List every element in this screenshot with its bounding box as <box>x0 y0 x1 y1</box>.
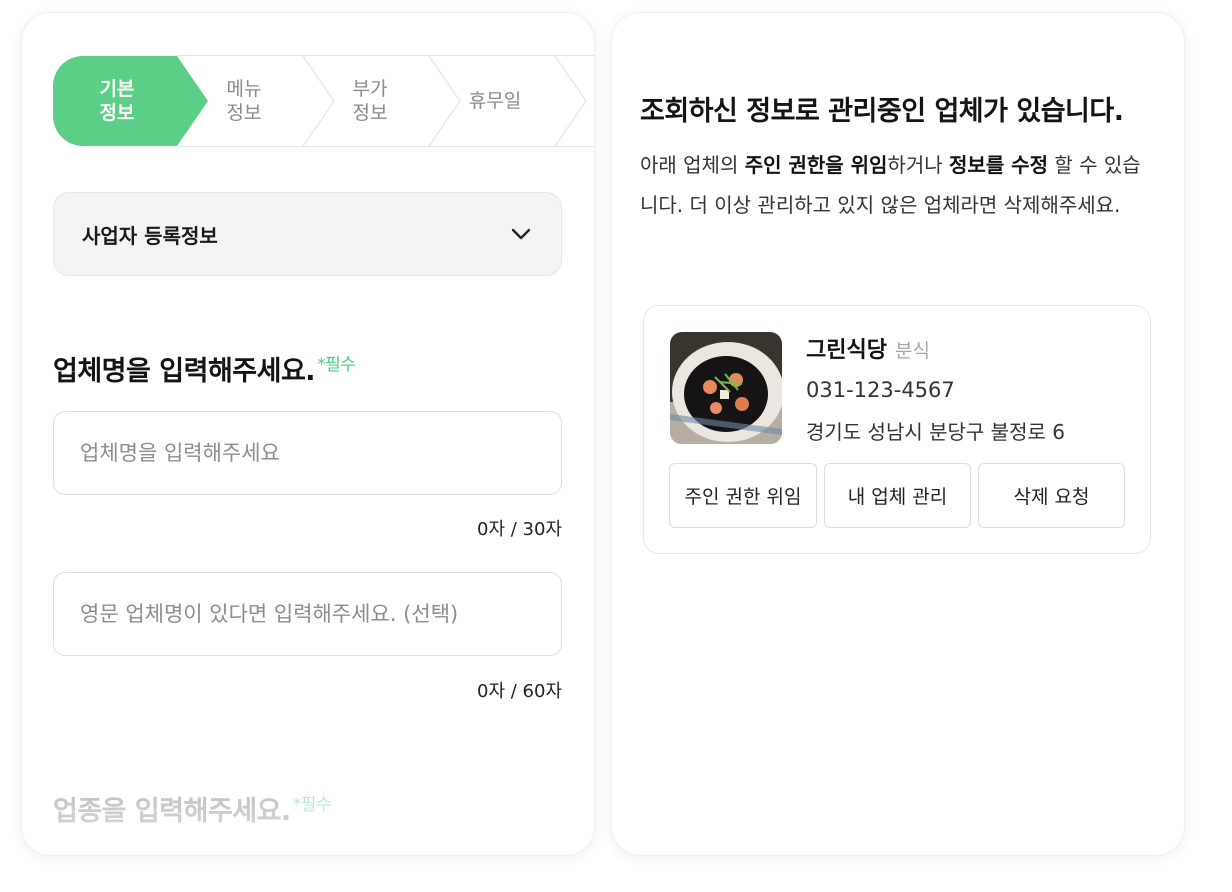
business-name-input[interactable] <box>53 411 562 495</box>
business-card: 그린식당 분식 031-123-4567 경기도 성남시 분당구 불정로 6 주인… <box>643 305 1151 554</box>
notice-title: 조회하신 정보로 관리중인 업체가 있습니다. <box>640 96 1124 127</box>
notice-description: 아래 업체의 주인 권한을 위임하거나 정보를 수정 할 수 있습니다. 더 이… <box>640 145 1150 225</box>
required-badge: *필수 <box>317 355 356 375</box>
business-registration-accordion[interactable]: 사업자 등록정보 <box>53 192 562 276</box>
business-name-text: 그린식당 <box>806 338 887 363</box>
business-actions: 주인 권한 위임 내 업체 관리 삭제 요청 <box>669 463 1125 528</box>
business-name-counter: 0자 / 30자 <box>477 519 562 540</box>
business-name: 그린식당 분식 <box>806 332 930 364</box>
notice-text: 아래 업체의 <box>640 153 745 177</box>
step-basic-info[interactable]: 기본 정보 <box>61 55 173 147</box>
business-name-heading: 업체명을 입력해주세요. *필수 <box>53 349 356 388</box>
step-extra-info[interactable]: 부가 정보 <box>314 55 426 147</box>
existing-business-panel: 조회하신 정보로 관리중인 업체가 있습니다. 아래 업체의 주인 권한을 위임… <box>612 13 1184 855</box>
notice-emphasis-edit: 정보를 수정 <box>949 153 1048 177</box>
business-category: 분식 <box>894 340 930 362</box>
transfer-ownership-button[interactable]: 주인 권한 위임 <box>669 463 817 528</box>
english-name-input[interactable] <box>53 572 562 656</box>
required-badge: *필수 <box>292 795 332 815</box>
manage-business-button[interactable]: 내 업체 관리 <box>824 463 971 528</box>
notice-text: 하거나 <box>887 153 950 177</box>
delete-request-button[interactable]: 삭제 요청 <box>978 463 1125 528</box>
english-name-counter: 0자 / 60자 <box>477 681 562 702</box>
step-holidays[interactable]: 휴무일 <box>439 55 551 147</box>
chevron-down-icon <box>511 228 531 240</box>
registration-form-panel: 기본 정보 메뉴 정보 부가 정보 휴무일 사업자 등록정보 업체명을 입력해주… <box>22 13 594 855</box>
step-menu-info[interactable]: 메뉴 정보 <box>188 55 300 147</box>
accordion-title: 사업자 등록정보 <box>82 223 218 248</box>
notice-emphasis-transfer: 주인 권한을 위임 <box>744 153 888 177</box>
category-title: 업종을 입력해주세요. <box>53 796 291 827</box>
business-phone: 031-123-4567 <box>806 378 955 402</box>
step-indicator: 기본 정보 메뉴 정보 부가 정보 휴무일 <box>53 55 594 147</box>
business-address: 경기도 성남시 분당구 불정로 6 <box>806 420 1065 444</box>
business-thumbnail <box>670 332 782 444</box>
business-name-title: 업체명을 입력해주세요. <box>53 356 316 387</box>
step-divider <box>554 55 587 147</box>
food-photo-image <box>670 332 782 444</box>
category-heading: 업종을 입력해주세요. *필수 <box>53 789 332 828</box>
